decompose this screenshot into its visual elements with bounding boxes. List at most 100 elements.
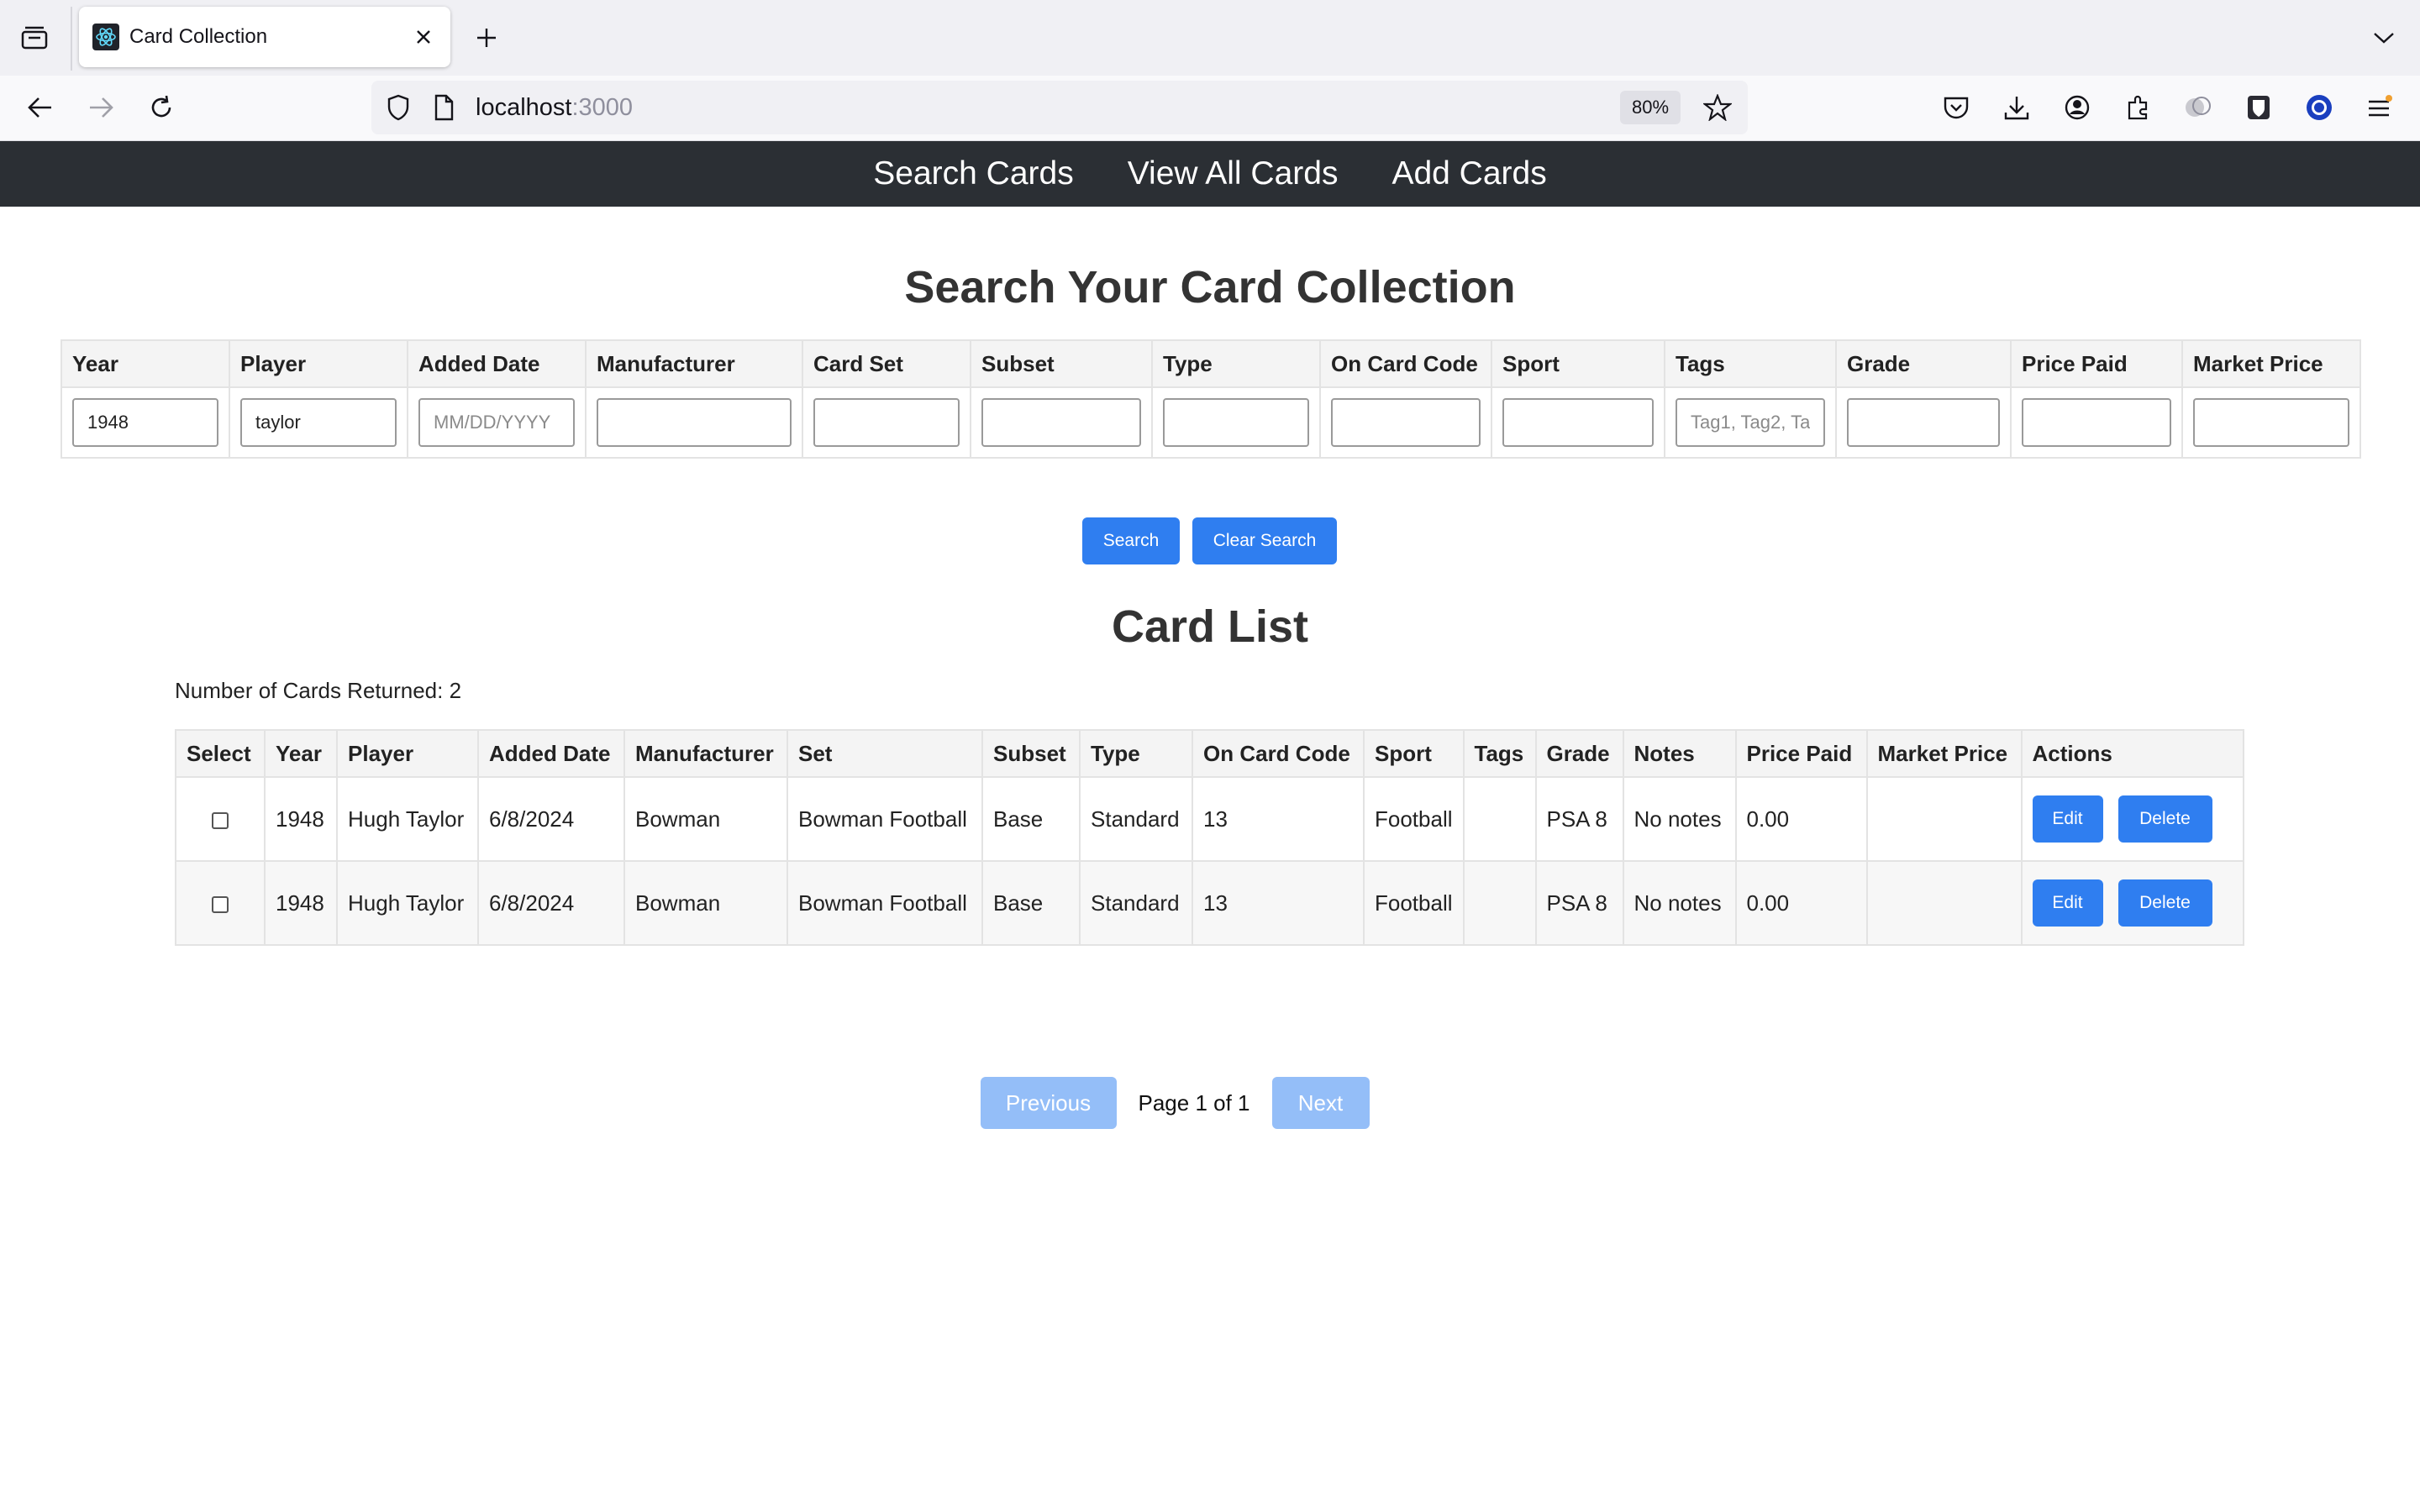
edit-button[interactable]: Edit xyxy=(2032,879,2103,927)
search-header-market-price: Market Price xyxy=(2181,339,2361,388)
type-input[interactable] xyxy=(1163,398,1309,447)
col-header-added-date: Added Date xyxy=(477,729,625,778)
cell-year: 1948 xyxy=(264,860,338,946)
tab-separator xyxy=(71,7,72,71)
app-nav: Search Cards View All Cards Add Cards xyxy=(0,141,2420,207)
reload-icon[interactable] xyxy=(141,87,182,128)
download-icon[interactable] xyxy=(1998,89,2035,126)
cell-on-card-code: 13 xyxy=(1192,860,1365,946)
cell-tags xyxy=(1462,776,1537,862)
added-date-input[interactable] xyxy=(418,398,575,447)
subset-input[interactable] xyxy=(981,398,1141,447)
cell-subset: Base xyxy=(981,776,1081,862)
cell-manufacturer: Bowman xyxy=(623,860,788,946)
col-header-price-paid: Price Paid xyxy=(1734,729,1868,778)
forward-arrow-icon[interactable] xyxy=(81,87,121,128)
search-button[interactable]: Search xyxy=(1082,517,1180,564)
search-header-price-paid: Price Paid xyxy=(2010,339,2183,388)
star-icon[interactable] xyxy=(1701,91,1734,124)
search-header-subset: Subset xyxy=(970,339,1153,388)
search-header-on-card-code: On Card Code xyxy=(1319,339,1492,388)
player-input[interactable] xyxy=(240,398,397,447)
url-text[interactable]: localhost:3000 xyxy=(476,92,633,123)
delete-button[interactable]: Delete xyxy=(2118,879,2212,927)
next-button[interactable]: Next xyxy=(1271,1077,1370,1129)
search-cell-subset xyxy=(970,386,1153,459)
cards-returned-count: Number of Cards Returned: 2 xyxy=(175,677,461,704)
nav-search-cards[interactable]: Search Cards xyxy=(873,141,1073,207)
search-header-player: Player xyxy=(229,339,408,388)
cell-price-paid: 0.00 xyxy=(1734,776,1868,862)
col-header-grade: Grade xyxy=(1534,729,1624,778)
account-icon[interactable] xyxy=(2059,89,2096,126)
nav-add-cards[interactable]: Add Cards xyxy=(1392,141,1546,207)
search-form-table: Year Player Added Date Manufacturer Card… xyxy=(60,339,2361,459)
nav-view-all-cards[interactable]: View All Cards xyxy=(1128,141,1339,207)
plus-icon[interactable] xyxy=(469,20,504,55)
sport-input[interactable] xyxy=(1502,398,1654,447)
search-header-tags: Tags xyxy=(1664,339,1837,388)
back-arrow-icon[interactable] xyxy=(20,87,60,128)
cell-price-paid: 0.00 xyxy=(1734,860,1868,946)
tab-list-icon[interactable] xyxy=(18,22,50,54)
col-header-select: Select xyxy=(175,729,266,778)
search-cell-market-price xyxy=(2181,386,2361,459)
market-price-input[interactable] xyxy=(2193,398,2349,447)
card-list-table: Select Year Player Added Date Manufactur… xyxy=(175,729,2244,946)
row-actions: Edit Delete xyxy=(2032,795,2233,843)
shield-icon[interactable] xyxy=(383,92,413,123)
cell-set: Bowman Football xyxy=(786,776,983,862)
search-header-type: Type xyxy=(1151,339,1321,388)
select-cell xyxy=(175,776,266,862)
col-header-on-card-code: On Card Code xyxy=(1192,729,1365,778)
grade-input[interactable] xyxy=(1847,398,2000,447)
chevron-down-icon[interactable] xyxy=(2366,20,2402,55)
year-input[interactable] xyxy=(72,398,218,447)
zoom-level-badge[interactable]: 80% xyxy=(1620,91,1681,124)
col-header-tags: Tags xyxy=(1462,729,1537,778)
price-paid-input[interactable] xyxy=(2022,398,2171,447)
cell-subset: Base xyxy=(981,860,1081,946)
search-cell-price-paid xyxy=(2010,386,2183,459)
close-icon[interactable] xyxy=(408,22,439,52)
clear-search-button[interactable]: Clear Search xyxy=(1192,517,1337,564)
page-icon[interactable] xyxy=(429,92,459,123)
previous-button[interactable]: Previous xyxy=(980,1077,1117,1129)
bitwarden-icon[interactable] xyxy=(2240,89,2277,126)
card-list-title: Card List xyxy=(1111,601,1309,652)
url-host: localhost xyxy=(476,94,572,121)
pocket-icon[interactable] xyxy=(1938,89,1975,126)
cell-grade: PSA 8 xyxy=(1534,776,1624,862)
search-header-card-set: Card Set xyxy=(802,339,971,388)
extensions-icon[interactable] xyxy=(2119,89,2156,126)
search-cell-card-set xyxy=(802,386,971,459)
browser-tab-bar: Card Collection xyxy=(0,0,2420,76)
url-bar[interactable]: localhost:3000 80% xyxy=(371,81,1748,134)
cell-set: Bowman Football xyxy=(786,860,983,946)
on-card-code-input[interactable] xyxy=(1331,398,1481,447)
search-cell-added-date xyxy=(407,386,587,459)
extension-circle-icon[interactable] xyxy=(2301,89,2338,126)
card-set-input[interactable] xyxy=(813,398,960,447)
tags-input[interactable] xyxy=(1676,398,1825,447)
manufacturer-input[interactable] xyxy=(597,398,792,447)
delete-button[interactable]: Delete xyxy=(2118,795,2212,843)
search-cell-type xyxy=(1151,386,1321,459)
menu-icon[interactable] xyxy=(2361,89,2398,126)
row-select-checkbox[interactable] xyxy=(212,895,229,913)
cell-notes: No notes xyxy=(1622,776,1737,862)
search-header-grade: Grade xyxy=(1835,339,2012,388)
cell-actions: Edit Delete xyxy=(2020,860,2244,946)
col-header-set: Set xyxy=(786,729,983,778)
table-row: 1948 Hugh Taylor 6/8/2024 Bowman Bowman … xyxy=(175,776,2244,862)
extension-blob-icon[interactable] xyxy=(2180,89,2217,126)
cell-type: Standard xyxy=(1079,860,1193,946)
row-select-checkbox[interactable] xyxy=(212,811,229,829)
edit-button[interactable]: Edit xyxy=(2032,795,2103,843)
tab-title: Card Collection xyxy=(129,25,268,48)
col-header-year: Year xyxy=(264,729,338,778)
tab-card-collection[interactable]: Card Collection xyxy=(79,7,450,67)
pagination: Previous Page 1 of 1 Next xyxy=(0,1077,2420,1129)
cards-returned-label: Number of Cards Returned: 2 xyxy=(175,678,462,703)
cell-sport: Football xyxy=(1363,860,1465,946)
